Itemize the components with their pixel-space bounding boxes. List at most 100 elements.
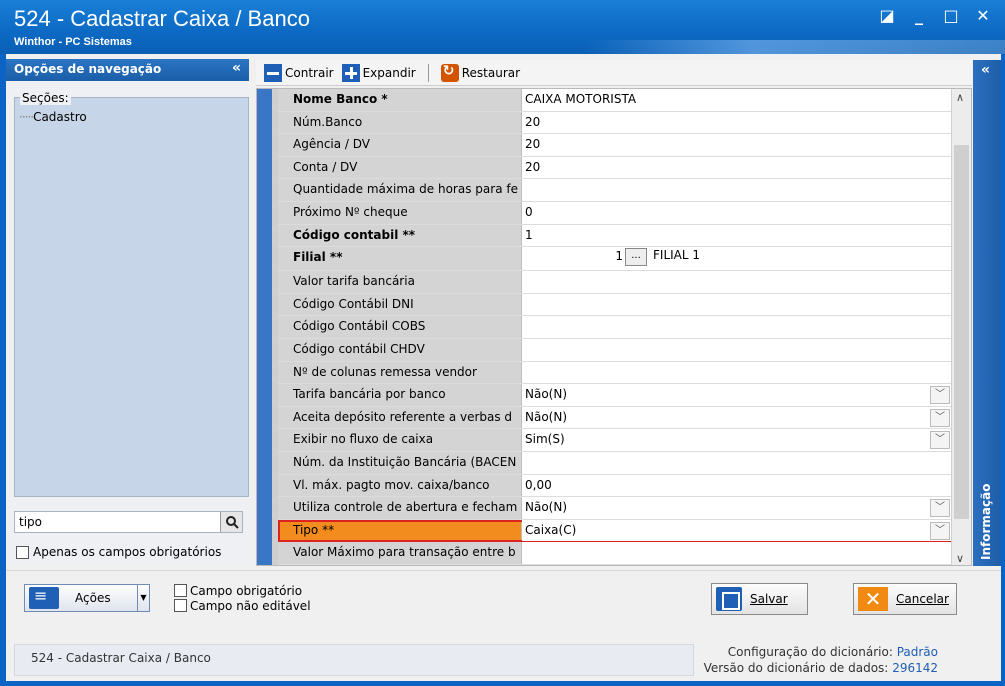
grid-row-value[interactable] [522,361,952,384]
dropdown-icon[interactable]: ﹀ [930,408,950,427]
maximize-icon[interactable]: □ [943,6,959,25]
grid-row-value[interactable]: 1... FILIAL 1 [522,247,952,271]
grid-row[interactable]: Vl. máx. pagto mov. caixa/banco 0,00 [278,474,952,498]
grid-row-value[interactable] [522,316,952,338]
minimize-icon[interactable]: _ [911,6,927,25]
dict-config-label: Configuração do dicionário: [727,645,893,659]
grid-row-value[interactable] [522,338,952,361]
cancel-label: Cancelar [896,592,949,606]
dropdown-icon[interactable]: ﹀ [930,431,950,450]
grid-row-value[interactable]: 0,00 [522,474,952,497]
dict-config: Configuração do dicionário: Padrão [696,644,938,660]
grid-scrollbar[interactable]: ∧ ∨ [951,89,971,565]
restore-button[interactable]: Restaurar [440,63,520,82]
grid-row-value[interactable]: 0 [522,201,952,224]
dict-version-value: 296142 [892,661,938,675]
grid-row-value[interactable] [522,542,952,564]
scroll-down-icon[interactable]: ∨ [956,552,964,565]
navigation-header: Opções de navegação « [6,59,249,81]
tree-item-label: Cadastro [33,110,87,124]
grid-row-value[interactable]: CAIXA MOTORISTA [522,89,952,111]
collapse-nav-icon[interactable]: « [232,60,241,76]
grid-row[interactable]: Nome Banco * CAIXA MOTORISTA [278,89,952,112]
restore-window-icon[interactable]: ◪ [879,6,895,25]
grid-row[interactable]: Filial ** 1... FILIAL 1 [278,247,952,272]
filial-code[interactable]: 1 [525,249,623,263]
expand-info-icon[interactable]: « [981,62,990,78]
grid-row[interactable]: Quantidade máxima de horas para fe [278,179,952,202]
grid-row[interactable]: Utiliza controle de abertura e fecham Não… [278,497,952,520]
info-side-tab[interactable]: « Informação [973,60,1001,566]
scroll-thumb[interactable] [954,145,969,519]
close-icon[interactable]: ✕ [975,6,991,25]
save-icon [716,587,742,611]
grid-row[interactable]: Exibir no fluxo de caixa Sim(S) ﹀ [278,429,952,452]
grid-row-value[interactable]: Caixa(C) ﹀ [522,519,952,542]
grid-row[interactable]: Agência / DV 20 [278,134,952,157]
grid-row[interactable]: Conta / DV 20 [278,156,952,180]
actions-button[interactable]: Ações ▼ [24,584,150,612]
grid-row-label: Valor tarifa bancária [278,271,522,293]
grid-row[interactable]: Próximo Nº cheque 0 [278,201,952,225]
grid-row-value[interactable] [522,271,952,293]
grid-row[interactable]: Valor Máximo para transação entre b [278,542,952,565]
grid-gutter [257,89,272,565]
grid-row[interactable]: Código Contábil COBS [278,316,952,339]
grid-row-label: Nome Banco * [278,89,522,111]
grid-row[interactable]: Valor tarifa bancária [278,271,952,294]
grid-row-value[interactable]: 20 [522,111,952,134]
legend-required-label: Campo obrigatório [190,583,303,598]
cancel-button[interactable]: ✕ Cancelar [853,583,957,615]
actions-dropdown-icon[interactable]: ▼ [137,585,149,611]
grid-row-value[interactable]: Não(N) ﹀ [522,406,952,429]
grid-row-value-text: 20 [525,137,541,152]
window-controls: ◪ _ □ ✕ [879,6,991,25]
grid-row[interactable]: Código contábil CHDV [278,338,952,362]
grid-row-value[interactable]: 20 [522,156,952,179]
grid-row-value[interactable]: Sim(S) ﹀ [522,429,952,451]
grid-row-value[interactable] [522,293,952,316]
search-input[interactable] [15,512,215,532]
only-required-checkbox[interactable] [16,545,29,559]
grid-row-value[interactable] [522,451,952,474]
filial-lookup-button[interactable]: ... [625,248,647,267]
grid-row[interactable]: Tarifa bancária por banco Não(N) ﹀ [278,384,952,407]
grid-row[interactable]: Nº de colunas remessa vendor [278,361,952,385]
save-button[interactable]: Salvar [711,583,808,615]
grid-row-value[interactable]: 20 [522,134,952,156]
cancel-icon: ✕ [858,587,888,611]
grid-row-value[interactable]: Não(N) ﹀ [522,497,952,519]
dropdown-icon[interactable]: ﹀ [930,499,950,518]
dropdown-icon[interactable]: ﹀ [930,521,950,540]
grid-row[interactable]: Aceita depósito referente a verbas d Não(… [278,406,952,430]
grid-row-value[interactable]: 1 [522,224,952,247]
grid-row[interactable]: Código contabil ** 1 [278,224,952,248]
grid-row[interactable]: Núm. da Instituição Bancária (BACEN [278,451,952,475]
only-required-row[interactable]: Apenas os campos obrigatórios [16,545,221,559]
dropdown-icon[interactable]: ﹀ [930,386,950,405]
dict-config-value: Padrão [896,645,938,659]
grid-row-value-text: Não(N) [525,500,568,515]
grid-row-label: Núm. da Instituição Bancária (BACEN [278,451,522,474]
field-search [14,511,243,533]
grid-row[interactable]: Código Contábil DNI [278,293,952,317]
save-label: Salvar [750,592,788,606]
legend-not-editable-label: Campo não editável [190,598,311,613]
grid-row-label: Conta / DV [278,156,522,179]
grid-row-value[interactable] [522,179,952,201]
grid-row-value-text: Caixa(C) [525,522,577,537]
grid-row[interactable]: Tipo ** Caixa(C) ﹀ [278,519,952,543]
grid-row-label: Código contabil ** [278,224,522,247]
tree-line-icon: ····· [19,110,34,124]
grid-row-label: Nº de colunas remessa vendor [278,361,522,384]
bottom-panel: Ações ▼ Campo obrigatório Campo não edit… [6,570,1001,640]
contract-button[interactable]: Contrair [264,63,334,82]
expand-button[interactable]: Expandir [341,63,416,82]
grid-row[interactable]: Núm.Banco 20 [278,111,952,135]
grid-row-value[interactable]: Não(N) ﹀ [522,384,952,406]
search-button[interactable] [220,512,242,532]
scroll-up-icon[interactable]: ∧ [956,91,964,104]
tree-item-cadastro[interactable]: ·····Cadastro [19,110,87,124]
title-bar: 524 - Cadastrar Caixa / Banco Winthor - … [0,0,1005,54]
window-title: 524 - Cadastrar Caixa / Banco [14,6,310,31]
